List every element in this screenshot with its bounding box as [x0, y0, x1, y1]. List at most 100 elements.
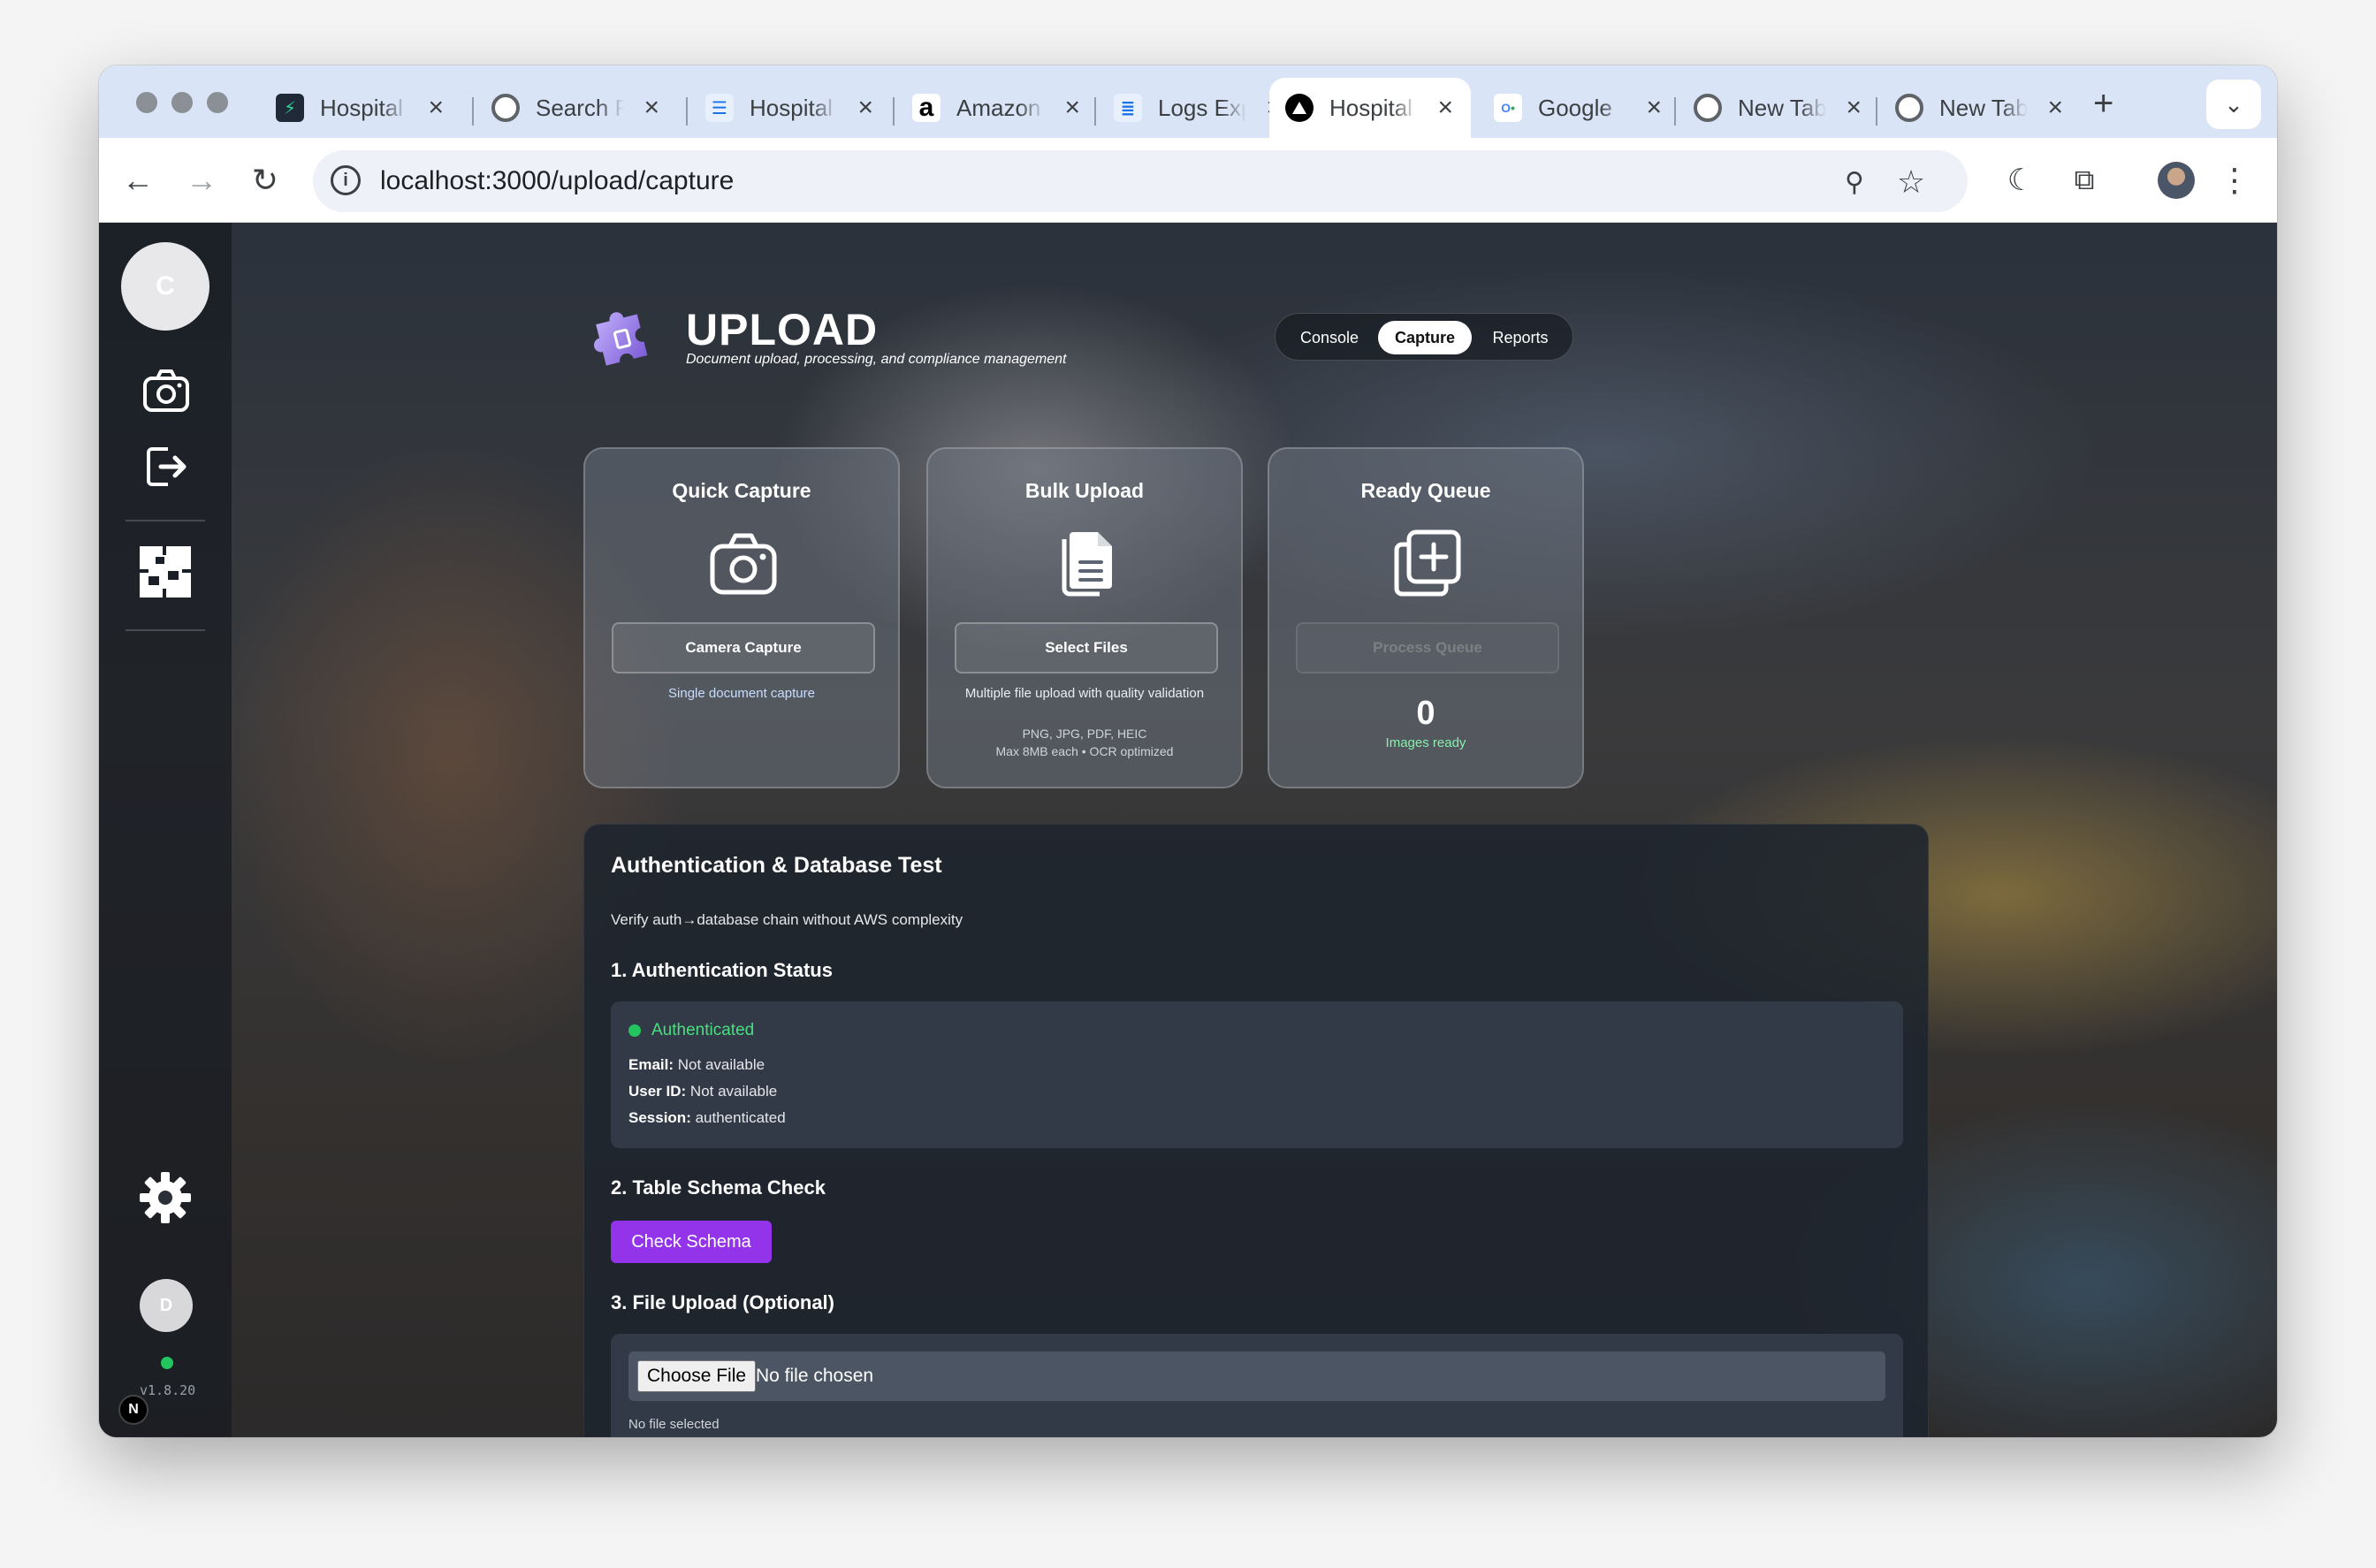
select-files-button[interactable]: Select Files	[955, 622, 1218, 674]
url-text[interactable]: localhost:3000/upload/capture	[380, 166, 734, 196]
browser-tab[interactable]: ⚡ Hospital Dashboard ×	[260, 78, 461, 138]
extension-c-icon[interactable]: ☾	[1999, 159, 2042, 202]
tab-title: Hospital Dashboard	[320, 94, 408, 121]
file-upload-box: Choose File No file chosen No file selec…	[611, 1334, 1903, 1437]
card-title: Quick Capture	[672, 479, 811, 502]
chrome-icon	[1694, 94, 1722, 122]
close-icon[interactable]: ×	[428, 93, 444, 123]
tab-title: Logs Explorer	[1158, 94, 1246, 121]
tab-capture[interactable]: Capture	[1378, 321, 1472, 354]
close-icon[interactable]: ×	[857, 93, 873, 123]
close-icon[interactable]: ×	[1064, 93, 1080, 123]
panel-description: Verify auth→database chain without AWS c…	[611, 911, 963, 928]
tab-title: New Tab	[1939, 94, 2028, 121]
browser-tab[interactable]: Search Results ×	[476, 78, 677, 138]
file-constraints: PNG, JPG, PDF, HEIC Max 8MB each • OCR o…	[928, 725, 1241, 760]
auth-status-box: Authenticated Email: Not available User …	[611, 1001, 1903, 1148]
tab-title: Hospital Upload	[1329, 94, 1418, 121]
triangle-icon	[1285, 94, 1314, 122]
quick-capture-card: Quick Capture Camera Capture Single docu…	[583, 447, 900, 788]
bookmark-star-icon[interactable]: ☆	[1890, 161, 1932, 203]
zoom-window-button[interactable]	[207, 92, 228, 113]
gear-icon[interactable]	[138, 1170, 193, 1225]
tab-reports[interactable]: Reports	[1474, 321, 1567, 354]
bottom-user-avatar[interactable]: D	[140, 1279, 193, 1332]
site-info-icon[interactable]: i	[331, 165, 361, 195]
app-sidebar: C D v1.8.20 N	[99, 223, 232, 1437]
tab-title: Amazon Web Services	[956, 94, 1045, 121]
card-description: Multiple file upload with quality valida…	[964, 686, 1205, 701]
forward-icon[interactable]: →	[180, 159, 223, 202]
section-nav: Console Capture Reports	[1275, 313, 1573, 361]
reload-icon[interactable]: ↻	[244, 159, 286, 202]
puzzle-app-icon[interactable]	[138, 544, 193, 599]
browser-tab[interactable]: ☰ Hospital Schema ×	[689, 78, 891, 138]
browser-tab[interactable]: New Tab ×	[1678, 78, 1879, 138]
choose-file-button[interactable]: Choose File	[637, 1360, 757, 1392]
browser-window: ⚡ Hospital Dashboard × Search Results × …	[99, 65, 2277, 1437]
user-id-row: User ID: Not available	[628, 1083, 778, 1100]
close-window-button[interactable]	[136, 92, 157, 113]
camera-icon[interactable]	[141, 366, 191, 415]
browser-tab[interactable]: a Amazon Web Services ×	[896, 78, 1098, 138]
section-heading: 3. File Upload (Optional)	[611, 1291, 834, 1313]
close-icon[interactable]: ×	[644, 93, 659, 123]
more-menu-icon[interactable]: ⋮	[2213, 159, 2256, 202]
browser-tab[interactable]: O • Google ×	[1478, 78, 1679, 138]
close-icon[interactable]: ×	[1646, 93, 1662, 123]
queue-count-label: Images ready	[1385, 735, 1466, 750]
card-description: Single document capture	[668, 686, 815, 701]
panel-title: Authentication & Database Test	[611, 853, 942, 878]
browser-tab-active[interactable]: Hospital Upload ×	[1269, 78, 1471, 138]
section-heading: 1. Authentication Status	[611, 959, 833, 981]
tab-search-button[interactable]: ⌄	[2206, 80, 2261, 129]
chrome-icon	[1895, 94, 1923, 122]
back-icon[interactable]: ←	[117, 159, 159, 202]
close-icon[interactable]: ×	[1846, 93, 1862, 123]
profile-avatar[interactable]	[2155, 159, 2197, 202]
tab-title: Google	[1538, 94, 1612, 121]
file-selection-note: No file selected	[628, 1417, 720, 1432]
online-status-indicator	[161, 1357, 173, 1369]
documents-icon	[1062, 532, 1112, 597]
extensions-puzzle-icon[interactable]: ⧉	[2063, 159, 2106, 202]
new-tab-button[interactable]: +	[2093, 86, 2113, 121]
camera-capture-button[interactable]: Camera Capture	[612, 622, 875, 674]
process-queue-button[interactable]: Process Queue	[1296, 622, 1559, 674]
size-limit: Max 8MB each • OCR optimized	[995, 744, 1174, 758]
close-icon[interactable]: ×	[2047, 93, 2063, 123]
zoom-icon[interactable]: ⚲	[1833, 161, 1876, 203]
add-copy-icon	[1394, 529, 1461, 597]
check-schema-button[interactable]: Check Schema	[611, 1221, 772, 1263]
ready-queue-card: Ready Queue Process Queue 0 Images ready	[1268, 447, 1584, 788]
card-title: Bulk Upload	[1024, 479, 1145, 502]
bolt-icon: ⚡	[276, 94, 304, 122]
chrome-icon	[491, 94, 520, 122]
page-viewport: C D v1.8.20 N UPLOAD Document upload, pr…	[99, 223, 2277, 1437]
dev-tools-badge[interactable]: N	[118, 1395, 148, 1425]
schema-icon: ☰	[705, 94, 734, 122]
google-icon: O •	[1494, 94, 1522, 122]
section-heading: 2. Table Schema Check	[611, 1176, 826, 1199]
tab-title: Hospital Schema	[750, 94, 838, 121]
minimize-window-button[interactable]	[171, 92, 193, 113]
queue-count: 0	[1416, 695, 1436, 732]
address-bar[interactable]: i localhost:3000/upload/capture ⚲ ☆	[313, 150, 1968, 212]
page-title: UPLOAD	[686, 305, 879, 354]
file-input-status: No file chosen	[756, 1366, 874, 1386]
file-input[interactable]: Choose File No file chosen	[628, 1351, 1885, 1401]
browser-tab[interactable]: New Tab ×	[1879, 78, 2081, 138]
accepted-formats: PNG, JPG, PDF, HEIC	[1022, 727, 1147, 741]
user-avatar[interactable]: C	[121, 242, 209, 331]
session-row: Session: authenticated	[628, 1109, 786, 1126]
amazon-icon: a	[912, 93, 940, 122]
tab-strip: ⚡ Hospital Dashboard × Search Results × …	[99, 65, 2277, 138]
status-dot	[628, 1024, 641, 1037]
tab-console[interactable]: Console	[1283, 321, 1376, 354]
camera-icon	[710, 533, 777, 595]
close-icon[interactable]: ×	[1437, 93, 1453, 123]
logs-icon: ≣	[1114, 94, 1142, 122]
upload-export-icon[interactable]	[141, 442, 191, 491]
tab-title: New Tab	[1738, 94, 1826, 121]
card-title: Ready Queue	[1360, 479, 1491, 502]
